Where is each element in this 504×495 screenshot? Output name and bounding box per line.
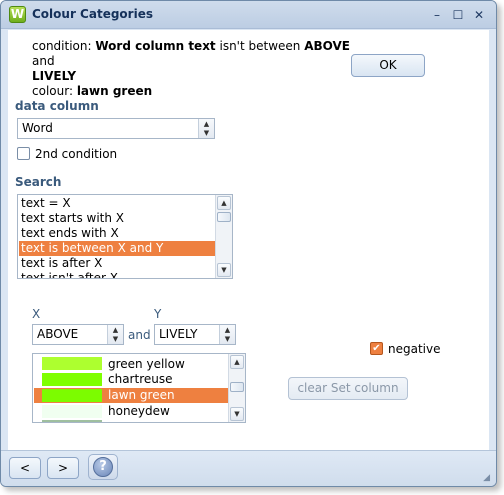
colour-name: chartreuse	[108, 372, 173, 386]
search-label: Search	[15, 175, 62, 189]
colour-name: honeydew	[108, 404, 170, 418]
previous-button[interactable]: <	[9, 457, 41, 479]
condition-colour: lawn green	[76, 84, 153, 98]
list-item[interactable]: text is after X	[19, 256, 215, 271]
negative-checkbox[interactable]: ✔	[370, 342, 383, 355]
clear-set-column-button[interactable]: clear Set column	[288, 377, 408, 400]
scroll-thumb[interactable]	[217, 212, 231, 222]
second-condition-checkbox[interactable]	[17, 147, 30, 160]
condition-y-value: LIVELY	[32, 69, 77, 83]
list-item-selected[interactable]: text is between X and Y	[19, 241, 215, 256]
close-button[interactable]: ✕	[470, 7, 488, 23]
data-column-value: Word	[22, 121, 53, 135]
colour-swatch	[42, 389, 102, 402]
condition-colour-prefix: colour:	[32, 84, 77, 98]
y-select[interactable]: LIVELY ▲ ▼	[154, 324, 236, 345]
app-icon: W	[9, 6, 26, 23]
ok-button[interactable]: OK	[351, 54, 425, 77]
x-value: ABOVE	[37, 327, 79, 341]
x-label: X	[32, 307, 41, 321]
colour-swatch-partial	[42, 420, 102, 422]
resize-grip-icon[interactable]: ◢	[483, 473, 490, 483]
y-value: LIVELY	[159, 327, 198, 341]
list-item[interactable]: text starts with X	[19, 211, 215, 226]
colour-name: green yellow	[108, 357, 185, 371]
bottom-toolbar: < > ? ◢	[1, 450, 496, 486]
search-list[interactable]: text = X text starts with X text ends wi…	[17, 194, 233, 279]
list-item[interactable]: text = X	[19, 196, 215, 211]
condition-prefix: condition:	[32, 39, 96, 53]
colour-swatch	[42, 405, 102, 418]
colour-scrollbar[interactable]: ▲ ▼	[228, 354, 245, 422]
minimize-button[interactable]: –	[428, 7, 446, 23]
window-title: Colour Categories	[32, 7, 153, 21]
negative-label: negative	[388, 342, 441, 356]
condition-x-value: ABOVE	[304, 39, 350, 53]
condition-column-text: Word column text	[95, 39, 216, 53]
scroll-down-icon[interactable]: ▼	[217, 263, 231, 277]
list-item[interactable]: text isn't after X	[19, 271, 215, 278]
dialog-content: condition: Word column text isn't betwee…	[8, 30, 489, 450]
scroll-up-icon[interactable]: ▲	[230, 355, 244, 369]
help-icon: ?	[93, 457, 113, 477]
help-button[interactable]: ?	[88, 454, 118, 480]
search-scrollbar[interactable]: ▲ ▼	[215, 195, 232, 278]
x-select[interactable]: ABOVE ▲ ▼	[32, 324, 124, 345]
list-item[interactable]: text ends with X	[19, 226, 215, 241]
colour-categories-window: W Colour Categories – ☐ ✕ condition: Wor…	[0, 0, 497, 487]
second-condition-label: 2nd condition	[35, 147, 118, 161]
colour-swatch	[42, 357, 102, 370]
colour-swatch	[42, 373, 102, 386]
spinner-arrows-icon[interactable]: ▲ ▼	[107, 325, 123, 344]
condition-summary: condition: Word column text isn't betwee…	[32, 39, 352, 99]
check-icon: ✔	[372, 343, 381, 354]
spinner-arrows-icon[interactable]: ▲ ▼	[219, 325, 235, 344]
condition-operator: isn't between	[215, 39, 305, 53]
scroll-up-icon[interactable]: ▲	[217, 196, 231, 210]
data-column-label: data column	[15, 99, 99, 113]
data-column-select[interactable]: Word ▲ ▼	[17, 118, 215, 139]
condition-and: and	[32, 54, 55, 68]
y-label: Y	[154, 307, 162, 321]
spinner-arrows-icon[interactable]: ▲ ▼	[198, 119, 214, 138]
scroll-down-icon[interactable]: ▼	[230, 407, 244, 421]
next-button[interactable]: >	[47, 457, 79, 479]
colour-name-selected: lawn green	[108, 388, 175, 402]
maximize-button[interactable]: ☐	[449, 7, 467, 23]
colour-list[interactable]: green yellow chartreuse lawn green honey…	[32, 353, 246, 423]
title-bar: W Colour Categories – ☐ ✕	[1, 1, 496, 29]
and-label: and	[128, 328, 151, 342]
scroll-thumb[interactable]	[230, 382, 244, 392]
